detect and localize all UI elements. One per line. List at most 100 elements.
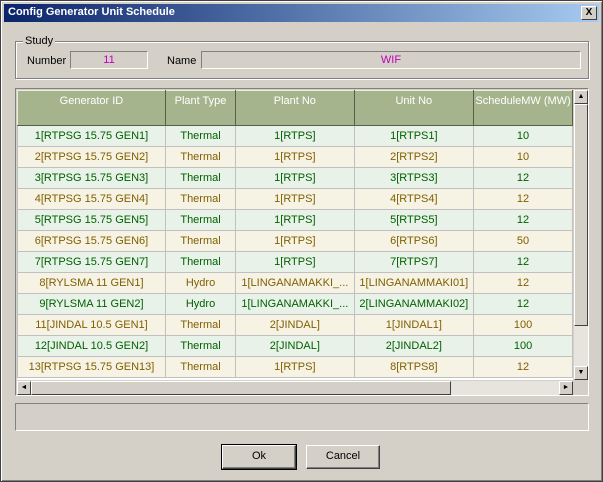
table-row[interactable]: 7[RTPSG 15.75 GEN7] Thermal 1[RTPS] 7[RTPS7… xyxy=(17,251,573,273)
table-cell[interactable]: Thermal xyxy=(164,314,237,336)
table-cell[interactable]: 5[RTPS5] xyxy=(353,209,475,231)
table-row[interactable]: 11[JINDAL 10.5 GEN1] Thermal 2[JINDAL] 1[JI… xyxy=(17,314,573,336)
table-cell[interactable]: Thermal xyxy=(164,125,237,147)
table-cell[interactable]: 1[RTPS] xyxy=(235,230,355,252)
table-cell[interactable]: 8[RTPS8] xyxy=(353,356,475,378)
table-cell[interactable]: Thermal xyxy=(164,167,237,189)
table-cell[interactable]: 8[RYLSMA 11 GEN1] xyxy=(17,272,166,294)
table-cell[interactable]: 2[LINGANAMMAKI02] xyxy=(353,293,475,315)
table-cell[interactable]: 7[RTPS7] xyxy=(353,251,475,273)
table-cell[interactable]: 1[RTPS1] xyxy=(353,125,475,147)
horizontal-scrollbar[interactable]: ◄ ► xyxy=(17,381,573,395)
table-cell[interactable]: 100 xyxy=(473,314,573,336)
table-row[interactable]: 6[RTPSG 15.75 GEN6] Thermal 1[RTPS] 6[RTPS6… xyxy=(17,230,573,252)
table-cell[interactable]: Hydro xyxy=(164,293,237,315)
table-cell[interactable]: Thermal xyxy=(164,230,237,252)
table-cell[interactable]: 10 xyxy=(473,125,573,147)
grid-body: 1[RTPSG 15.75 GEN1] Thermal 1[RTPS] 1[RTPS1… xyxy=(17,125,573,378)
scroll-right-button[interactable]: ► xyxy=(559,381,573,395)
table-cell[interactable]: 12 xyxy=(473,188,573,210)
table-row[interactable]: 8[RYLSMA 11 GEN1] Hydro 1[LINGANAMAKKI_...… xyxy=(17,272,573,294)
table-cell[interactable]: 1[RTPS] xyxy=(235,167,355,189)
column-header[interactable]: ScheduleMW (MW) xyxy=(473,90,573,126)
table-cell[interactable]: 10 xyxy=(473,146,573,168)
table-cell[interactable]: 1[LINGANAMAKKI_... xyxy=(235,272,355,294)
table-cell[interactable]: Thermal xyxy=(164,146,237,168)
column-header[interactable]: Unit No xyxy=(353,90,475,126)
column-header[interactable]: Generator ID xyxy=(17,90,166,126)
table-cell[interactable]: 12 xyxy=(473,167,573,189)
table-cell[interactable]: 1[JINDAL1] xyxy=(353,314,475,336)
table-row[interactable]: 5[RTPSG 15.75 GEN5] Thermal 1[RTPS] 5[RTPS5… xyxy=(17,209,573,231)
table-cell[interactable]: 2[RTPS2] xyxy=(353,146,475,168)
table-cell[interactable]: 2[JINDAL] xyxy=(235,335,355,357)
table-cell[interactable]: 1[RTPS] xyxy=(235,251,355,273)
vertical-scrollbar[interactable]: ▲ ▼ xyxy=(574,90,588,380)
table-cell[interactable]: 12 xyxy=(473,209,573,231)
scroll-down-button[interactable]: ▼ xyxy=(574,366,588,380)
table-cell[interactable]: Hydro xyxy=(164,272,237,294)
table-cell[interactable]: 3[RTPSG 15.75 GEN3] xyxy=(17,167,166,189)
table-cell[interactable]: 3[RTPS3] xyxy=(353,167,475,189)
horizontal-scroll-thumb[interactable] xyxy=(31,381,451,395)
table-cell[interactable]: 4[RTPSG 15.75 GEN4] xyxy=(17,188,166,210)
table-cell[interactable]: 12 xyxy=(473,272,573,294)
table-cell[interactable]: 1[LINGANAMAKKI_... xyxy=(235,293,355,315)
number-label: Number xyxy=(27,55,67,67)
table-cell[interactable]: 1[RTPS] xyxy=(235,209,355,231)
scroll-left-button[interactable]: ◄ xyxy=(17,381,31,395)
table-cell[interactable]: 1[RTPS] xyxy=(235,146,355,168)
status-bar xyxy=(15,403,589,431)
table-row[interactable]: 4[RTPSG 15.75 GEN4] Thermal 1[RTPS] 4[RTPS4… xyxy=(17,188,573,210)
vertical-scroll-thumb[interactable] xyxy=(574,104,588,326)
table-cell[interactable]: 1[RTPSG 15.75 GEN1] xyxy=(17,125,166,147)
scroll-corner xyxy=(574,381,588,395)
schedule-grid[interactable]: Generator ID Plant Type Plant No Unit No Sch… xyxy=(15,88,589,396)
table-cell[interactable]: 6[RTPSG 15.75 GEN6] xyxy=(17,230,166,252)
table-cell[interactable]: 13[RTPSG 15.75 GEN13] xyxy=(17,356,166,378)
table-cell[interactable]: 2[JINDAL] xyxy=(235,314,355,336)
table-cell[interactable]: 11[JINDAL 10.5 GEN1] xyxy=(17,314,166,336)
table-cell[interactable]: 6[RTPS6] xyxy=(353,230,475,252)
table-cell[interactable]: 1[LINGANAMMAKI01] xyxy=(353,272,475,294)
table-cell[interactable]: 12 xyxy=(473,251,573,273)
table-cell[interactable]: Thermal xyxy=(164,209,237,231)
study-number-field: 11 xyxy=(70,51,148,69)
table-cell[interactable]: 7[RTPSG 15.75 GEN7] xyxy=(17,251,166,273)
table-cell[interactable]: 1[RTPS] xyxy=(235,188,355,210)
table-cell[interactable]: 2[JINDAL2] xyxy=(353,335,475,357)
table-row[interactable]: 13[RTPSG 15.75 GEN13] Thermal 1[RTPS] 8[RTP… xyxy=(17,356,573,378)
table-cell[interactable]: 4[RTPS4] xyxy=(353,188,475,210)
table-cell[interactable]: Thermal xyxy=(164,356,237,378)
table-cell[interactable]: 1[RTPS] xyxy=(235,356,355,378)
schedule-table: Generator ID Plant Type Plant No Unit No Sch… xyxy=(17,90,573,378)
column-header[interactable]: Plant No xyxy=(235,90,355,126)
cancel-button[interactable]: Cancel xyxy=(306,445,380,469)
table-cell[interactable]: 50 xyxy=(473,230,573,252)
table-cell[interactable]: 2[RTPSG 15.75 GEN2] xyxy=(17,146,166,168)
table-cell[interactable]: 12 xyxy=(473,293,573,315)
ok-button[interactable]: Ok xyxy=(221,444,297,470)
table-row[interactable]: 9[RYLSMA 11 GEN2] Hydro 1[LINGANAMAKKI_...… xyxy=(17,293,573,315)
close-button[interactable]: X xyxy=(581,6,597,20)
table-cell[interactable]: Thermal xyxy=(164,188,237,210)
table-cell[interactable]: 9[RYLSMA 11 GEN2] xyxy=(17,293,166,315)
table-row[interactable]: 3[RTPSG 15.75 GEN3] Thermal 1[RTPS] 3[RTPS3… xyxy=(17,167,573,189)
table-cell[interactable]: 1[RTPS] xyxy=(235,125,355,147)
table-cell[interactable]: Thermal xyxy=(164,251,237,273)
table-row[interactable]: 12[JINDAL 10.5 GEN2] Thermal 2[JINDAL] 2[JI… xyxy=(17,335,573,357)
table-cell[interactable]: 100 xyxy=(473,335,573,357)
header-row: Generator ID Plant Type Plant No Unit No Sch… xyxy=(17,90,573,126)
scroll-up-button[interactable]: ▲ xyxy=(574,90,588,104)
table-cell[interactable]: Thermal xyxy=(164,335,237,357)
table-cell[interactable]: 5[RTPSG 15.75 GEN5] xyxy=(17,209,166,231)
dialog-window: Config Generator Unit Schedule X Study N… xyxy=(0,0,603,482)
table-cell[interactable]: 12[JINDAL 10.5 GEN2] xyxy=(17,335,166,357)
table-cell[interactable]: 12 xyxy=(473,356,573,378)
title-bar[interactable]: Config Generator Unit Schedule X xyxy=(4,4,599,22)
window-title: Config Generator Unit Schedule xyxy=(8,6,175,18)
table-row[interactable]: 1[RTPSG 15.75 GEN1] Thermal 1[RTPS] 1[RTPS1… xyxy=(17,125,573,147)
column-header[interactable]: Plant Type xyxy=(164,90,237,126)
study-legend: Study xyxy=(23,35,56,47)
table-row[interactable]: 2[RTPSG 15.75 GEN2] Thermal 1[RTPS] 2[RTPS2… xyxy=(17,146,573,168)
